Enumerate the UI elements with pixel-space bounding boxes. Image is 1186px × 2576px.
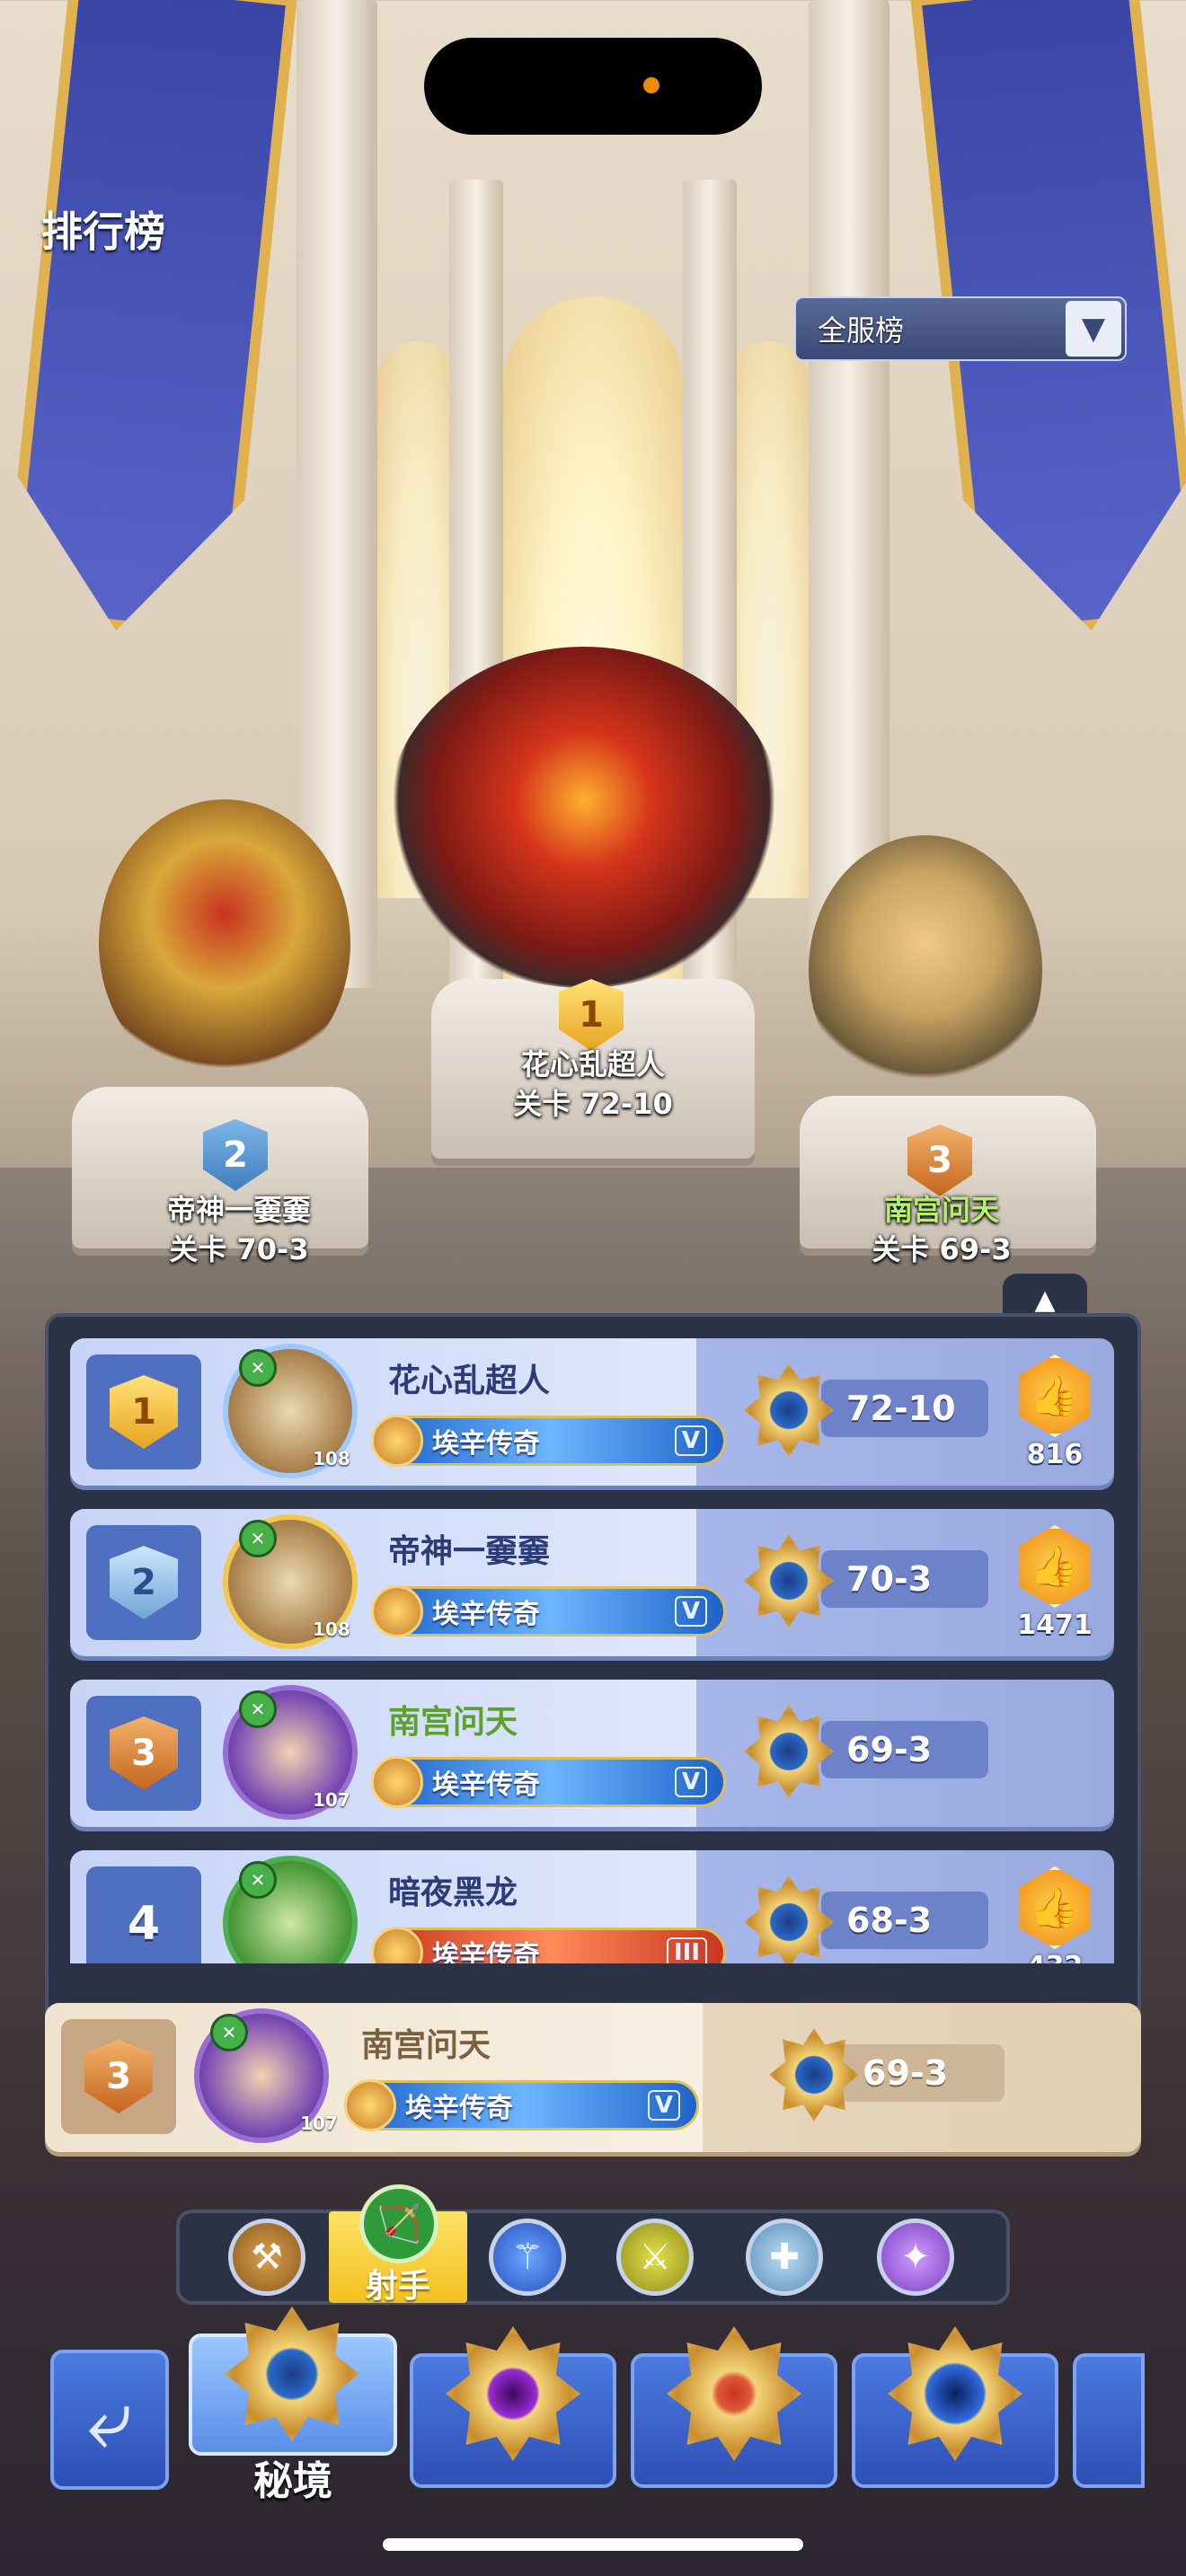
mode-card-partial[interactable]	[1073, 2353, 1145, 2488]
ranking-row[interactable]: 3 ✕ 107 南宫问天 埃辛传奇 V 69-3	[70, 1680, 1114, 1827]
thumbs-up-icon[interactable]: 👍	[1019, 1525, 1091, 1608]
mage-staff-icon[interactable]: ⚚	[489, 2219, 566, 2296]
stage-medal-icon	[769, 2028, 859, 2122]
player-level: 107	[313, 1789, 350, 1811]
hero-first-demon-lord[interactable]	[386, 647, 782, 988]
silver-shield-icon: 2	[110, 1546, 178, 1619]
recording-dot	[643, 77, 659, 93]
page-title: 排行榜	[41, 207, 165, 256]
online-status-icon: ✕	[239, 1861, 277, 1899]
back-arrow-icon[interactable]: ⤶	[50, 2350, 169, 2490]
archer-bow-icon[interactable]: 🏹	[359, 2184, 438, 2263]
title-text: 埃辛传奇	[405, 2093, 513, 2124]
hero-second-golden-knight[interactable]	[99, 799, 350, 1087]
title-tag: 埃辛传奇 V	[371, 1756, 726, 1808]
title-emblem-icon	[371, 1585, 423, 1637]
online-status-icon: ✕	[239, 1349, 277, 1387]
title-tier: V	[674, 1767, 707, 1797]
player-level: 108	[313, 1448, 350, 1469]
like-count: 816	[1026, 1439, 1084, 1470]
player-name: 南宫问天	[388, 1704, 518, 1741]
title-tag: 埃辛传奇 III	[371, 1927, 726, 1963]
priest-cross-icon[interactable]: ✚	[746, 2219, 823, 2296]
title-text: 埃辛传奇	[432, 1428, 540, 1460]
title-emblem-icon	[371, 1756, 423, 1808]
warrior-axe-icon[interactable]: ⚒	[228, 2219, 305, 2296]
dynamic-island	[424, 38, 762, 135]
server-scope-dropdown[interactable]: 全服榜 ▼	[794, 296, 1127, 361]
stage-medal-icon	[744, 1705, 834, 1798]
podium-stage-third: 关卡 69-3	[872, 1232, 1012, 1266]
stage-medal-icon	[744, 1363, 834, 1457]
chevron-down-icon: ▼	[1066, 301, 1121, 357]
podium-name-third: 南宫问天	[883, 1193, 999, 1227]
mode-label-active: 秘境	[253, 2458, 332, 2504]
podium-stage-second: 关卡 70-3	[169, 1232, 309, 1266]
title-text: 埃辛传奇	[432, 1940, 540, 1963]
pillar	[809, 0, 890, 988]
assassin-blade-icon[interactable]: ⚔	[616, 2219, 694, 2296]
hero-third-archer[interactable]	[809, 835, 1042, 1105]
title-emblem-icon	[344, 2079, 396, 2131]
title-emblem-icon	[371, 1927, 423, 1963]
player-level: 107	[300, 2113, 338, 2134]
title-text: 埃辛传奇	[432, 1769, 540, 1801]
stage-medal-icon	[744, 1534, 834, 1628]
chevron-up-icon: ▲	[1034, 1284, 1056, 1316]
stage-medal-icon	[744, 1875, 834, 1963]
title-tag: 埃辛传奇 V	[371, 1415, 726, 1467]
home-indicator[interactable]	[383, 2538, 803, 2551]
rank-badge: 4	[86, 1866, 201, 1963]
title-tier: III	[666, 1937, 707, 1963]
like-count: 1471	[1017, 1610, 1093, 1641]
title-tier: V	[674, 1425, 707, 1456]
ranking-row[interactable]: 4 ✕ 暗夜黑龙 埃辛传奇 III 68-3 👍 432	[70, 1850, 1114, 1963]
ranking-row[interactable]: 1 ✕ 108 花心乱超人 埃辛传奇 V 72-10 👍 816	[70, 1338, 1114, 1486]
rank-number: 4	[127, 1897, 161, 1951]
online-status-icon: ✕	[239, 1690, 277, 1728]
summoner-spirit-icon[interactable]: ✦	[877, 2219, 954, 2296]
rank-badge: 2	[86, 1525, 201, 1640]
my-ranking-row[interactable]: 3 ✕ 107 南宫问天 埃辛传奇 V 69-3	[45, 2003, 1141, 2152]
stage-value: 69-3	[821, 1721, 988, 1778]
player-name: 帝神一嫑嫑	[388, 1533, 551, 1570]
online-status-icon: ✕	[210, 2014, 248, 2051]
title-tag: 埃辛传奇 V	[371, 1585, 726, 1637]
player-name: 南宫问天	[361, 2027, 491, 2064]
thumbs-up-icon[interactable]: 👍	[1019, 1866, 1091, 1949]
player-name: 花心乱超人	[388, 1363, 551, 1399]
class-tab-active-label: 射手	[365, 2268, 430, 2305]
stage-value: 70-3	[821, 1550, 988, 1608]
podium-stage-first: 关卡 72-10	[513, 1087, 673, 1121]
title-text: 埃辛传奇	[432, 1599, 540, 1630]
title-tier: V	[647, 2090, 680, 2121]
stage-value: 72-10	[821, 1380, 988, 1437]
player-level: 108	[313, 1619, 350, 1640]
stage-value: 68-3	[821, 1892, 988, 1949]
online-status-icon: ✕	[239, 1520, 277, 1557]
bronze-shield-icon: 3	[110, 1716, 178, 1790]
ranking-row[interactable]: 2 ✕ 108 帝神一嫑嫑 埃辛传奇 V 70-3 👍 1471	[70, 1509, 1114, 1656]
podium-name-first: 花心乱超人	[520, 1047, 665, 1081]
like-count: 432	[1005, 1951, 1105, 1963]
title-tier: V	[674, 1596, 707, 1627]
server-scope-label: 全服榜	[818, 313, 905, 348]
title-tag: 埃辛传奇 V	[344, 2079, 699, 2131]
stage-value: 69-3	[837, 2044, 1005, 2102]
banner-left	[3, 0, 297, 642]
player-name: 暗夜黑龙	[388, 1875, 518, 1911]
bronze-shield-icon: 3	[84, 2040, 153, 2113]
podium-name-second: 帝神一嫑嫑	[166, 1193, 311, 1227]
thumbs-up-icon[interactable]: 👍	[1019, 1354, 1091, 1437]
rank-badge: 3	[86, 1696, 201, 1811]
gold-shield-icon: 1	[110, 1375, 178, 1449]
rank-badge: 1	[86, 1354, 201, 1469]
title-emblem-icon	[371, 1415, 423, 1467]
rank-badge: 3	[61, 2019, 176, 2134]
